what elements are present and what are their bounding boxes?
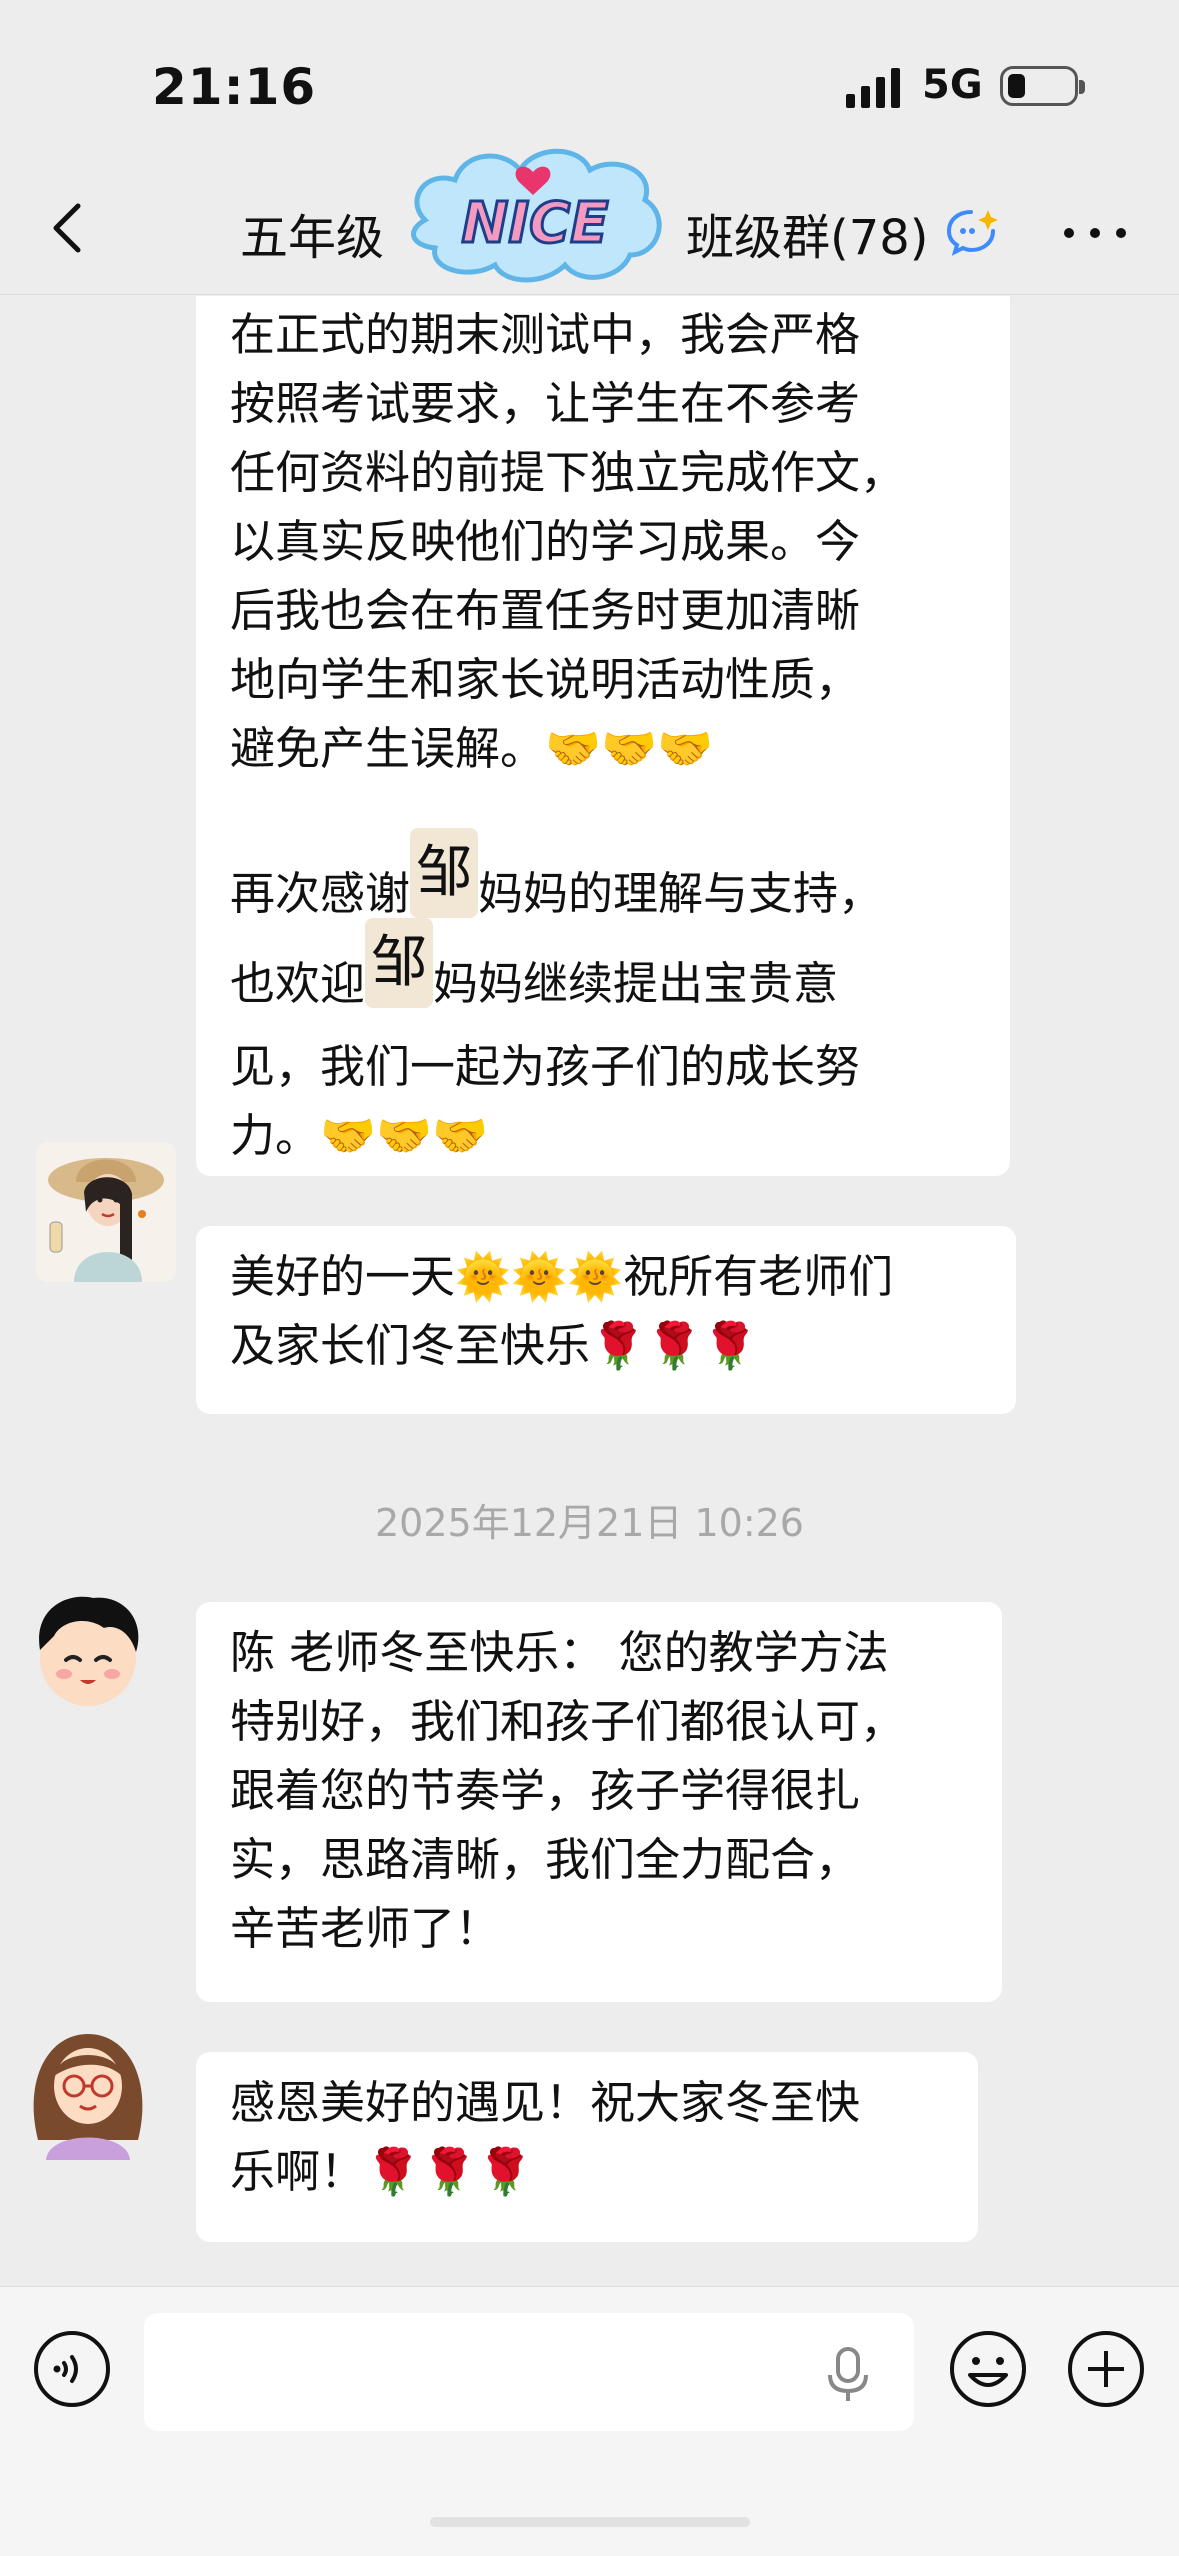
back-arrow-icon[interactable]	[42, 198, 102, 258]
avatar-illustration	[36, 1142, 176, 1282]
signal-icon	[846, 68, 900, 108]
status-time: 21:16	[152, 58, 317, 116]
home-indicator	[430, 2517, 750, 2527]
microphone-icon[interactable]	[822, 2345, 874, 2405]
network-type: 5G	[922, 62, 983, 108]
message-bubble[interactable]: 美好的一天🌞🌞🌞祝所有老师们 及家长们冬至快乐🌹🌹🌹	[196, 1226, 1016, 1414]
chat-message-list[interactable]: 在正式的期末测试中，我会严格 按照考试要求，让学生在不参考 任何资料的前提下独立…	[0, 296, 1179, 2286]
message-bubble[interactable]: 陈 老师冬至快乐： 您的教学方法 特别好，我们和孩子们都很认可， 跟着您的节奏学…	[196, 1602, 1002, 2002]
message-bubble[interactable]: 感恩美好的遇见！祝大家冬至快 乐啊！🌹🌹🌹	[196, 2052, 978, 2242]
name-tag: 邹	[410, 828, 479, 918]
chat-header: 五年级 班级群(78) NICE	[0, 148, 1179, 295]
emoji-icon[interactable]	[948, 2329, 1028, 2409]
input-bar	[0, 2286, 1179, 2556]
voice-mode-icon[interactable]	[32, 2329, 112, 2409]
name-tag: 邹	[365, 918, 434, 1008]
message-text: 陈 老师冬至快乐： 您的教学方法 特别好，我们和孩子们都很认可， 跟着您的节奏学…	[230, 1626, 906, 1955]
more-actions-plus-icon[interactable]	[1066, 2329, 1146, 2409]
nice-sticker: NICE	[411, 148, 662, 283]
more-options-icon[interactable]	[1060, 220, 1130, 246]
group-title-suffix: 班级群(78)	[686, 210, 929, 266]
message-timestamp: 2025年12月21日 10:26	[374, 1501, 804, 1545]
sender-avatar[interactable]	[18, 1580, 158, 1720]
message-input[interactable]	[144, 2313, 914, 2431]
avatar-illustration	[18, 1580, 158, 1720]
message-bubble[interactable]: 在正式的期末测试中，我会严格 按照考试要求，让学生在不参考 任何资料的前提下独立…	[196, 296, 1010, 1176]
group-badge-icon	[946, 210, 998, 256]
message-text: 感恩美好的遇见！祝大家冬至快 乐啊！🌹🌹🌹	[230, 2076, 861, 2198]
sender-avatar[interactable]	[18, 2020, 158, 2160]
avatar-illustration	[18, 2020, 158, 2160]
svg-text:NICE: NICE	[461, 191, 608, 256]
sender-avatar[interactable]	[36, 1142, 176, 1282]
message-text: 在正式的期末测试中，我会严格 按照考试要求，让学生在不参考 任何资料的前提下独立…	[230, 308, 906, 920]
message-text: 美好的一天🌞🌞🌞祝所有老师们 及家长们冬至快乐🌹🌹🌹	[230, 1250, 894, 1372]
group-title-prefix: 五年级	[240, 210, 385, 266]
battery-icon	[1000, 66, 1085, 106]
